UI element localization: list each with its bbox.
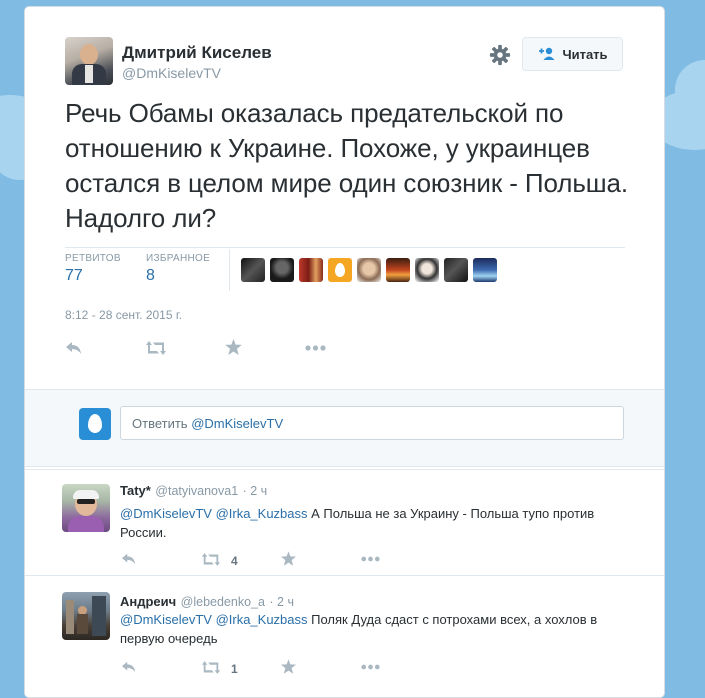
author-handle[interactable]: @DmKiselevTV xyxy=(122,65,221,81)
retweet-count: 1 xyxy=(231,662,238,676)
favorite-icon[interactable] xyxy=(225,339,242,355)
reply-author-handle[interactable]: @tatyivanova1 xyxy=(155,484,238,498)
favoriter-avatar[interactable] xyxy=(299,258,323,282)
author-avatar[interactable] xyxy=(65,37,113,85)
favoriter-avatar[interactable] xyxy=(386,258,410,282)
tweet-timestamp[interactable]: 8:12 - 28 сент. 2015 г. xyxy=(65,308,182,322)
reply-tweet[interactable]: Андреич @lebedenko_a · 2 ч @DmKiselevTV … xyxy=(25,575,664,696)
reply-avatar[interactable] xyxy=(62,484,110,532)
favorite-icon[interactable] xyxy=(281,551,296,566)
tweet-text: Речь Обамы оказалась предательской по от… xyxy=(65,98,629,233)
reply-text: @DmKiselevTV @Irka_Kuzbass А Польша не з… xyxy=(120,504,640,542)
gear-icon[interactable] xyxy=(489,44,511,66)
reply-author-name[interactable]: Taty* xyxy=(120,483,151,498)
reply-icon[interactable] xyxy=(121,660,137,674)
reply-input[interactable]: Ответить @DmKiselevTV xyxy=(120,406,624,440)
favorites-count[interactable]: 8 xyxy=(146,267,155,285)
follow-person-icon xyxy=(539,47,555,60)
divider xyxy=(65,247,625,248)
reply-time[interactable]: · 2 ч xyxy=(243,484,268,498)
retweet-icon[interactable] xyxy=(201,553,221,566)
reply-placeholder-prefix: Ответить xyxy=(132,416,192,431)
favoriter-avatar[interactable] xyxy=(270,258,294,282)
mention-link[interactable]: @Irka_Kuzbass xyxy=(216,506,308,521)
reply-time[interactable]: · 2 ч xyxy=(269,595,294,609)
divider xyxy=(229,249,230,291)
user-avatar xyxy=(79,408,111,440)
favoriter-avatar[interactable] xyxy=(328,258,352,282)
follow-button-label: Читать xyxy=(562,46,608,62)
favoriter-avatar[interactable] xyxy=(357,258,381,282)
retweets-label[interactable]: РЕТВИТОВ xyxy=(65,253,121,264)
mention-link[interactable]: @DmKiselevTV xyxy=(120,506,212,521)
favoriter-avatar[interactable] xyxy=(415,258,439,282)
reply-icon[interactable] xyxy=(121,552,137,566)
favoriter-avatar[interactable] xyxy=(241,258,265,282)
more-icon[interactable] xyxy=(361,556,380,562)
retweet-icon[interactable] xyxy=(145,341,167,355)
reply-placeholder-mention: @DmKiselevTV xyxy=(191,416,284,431)
reply-tweet[interactable]: Taty* @tatyivanova1 · 2 ч @DmKiselevTV @… xyxy=(25,469,664,576)
favorites-label[interactable]: ИЗБРАННОЕ xyxy=(146,253,210,264)
author-name[interactable]: Дмитрий Киселев xyxy=(122,43,272,63)
mention-link[interactable]: @Irka_Kuzbass xyxy=(216,612,308,627)
more-icon[interactable] xyxy=(361,664,380,670)
tweet-card: Дмитрий Киселев @DmKiselevTV Читать Речь… xyxy=(24,6,665,698)
reply-composer: Ответить @DmKiselevTV xyxy=(25,389,664,467)
reply-avatar[interactable] xyxy=(62,592,110,640)
reply-text: @DmKiselevTV @Irka_Kuzbass Поляк Дуда сд… xyxy=(120,610,640,648)
retweet-icon[interactable] xyxy=(201,661,221,674)
reply-author-name[interactable]: Андреич xyxy=(120,594,176,609)
more-icon[interactable] xyxy=(305,345,326,351)
retweets-count[interactable]: 77 xyxy=(65,267,83,285)
follow-button[interactable]: Читать xyxy=(522,37,623,71)
mention-link[interactable]: @DmKiselevTV xyxy=(120,612,212,627)
reply-author-handle[interactable]: @lebedenko_a xyxy=(181,595,265,609)
favorite-icon[interactable] xyxy=(281,659,296,674)
favoriter-avatar[interactable] xyxy=(473,258,497,282)
favoriter-avatar[interactable] xyxy=(444,258,468,282)
reply-icon[interactable] xyxy=(65,340,83,356)
retweet-count: 4 xyxy=(231,554,238,568)
